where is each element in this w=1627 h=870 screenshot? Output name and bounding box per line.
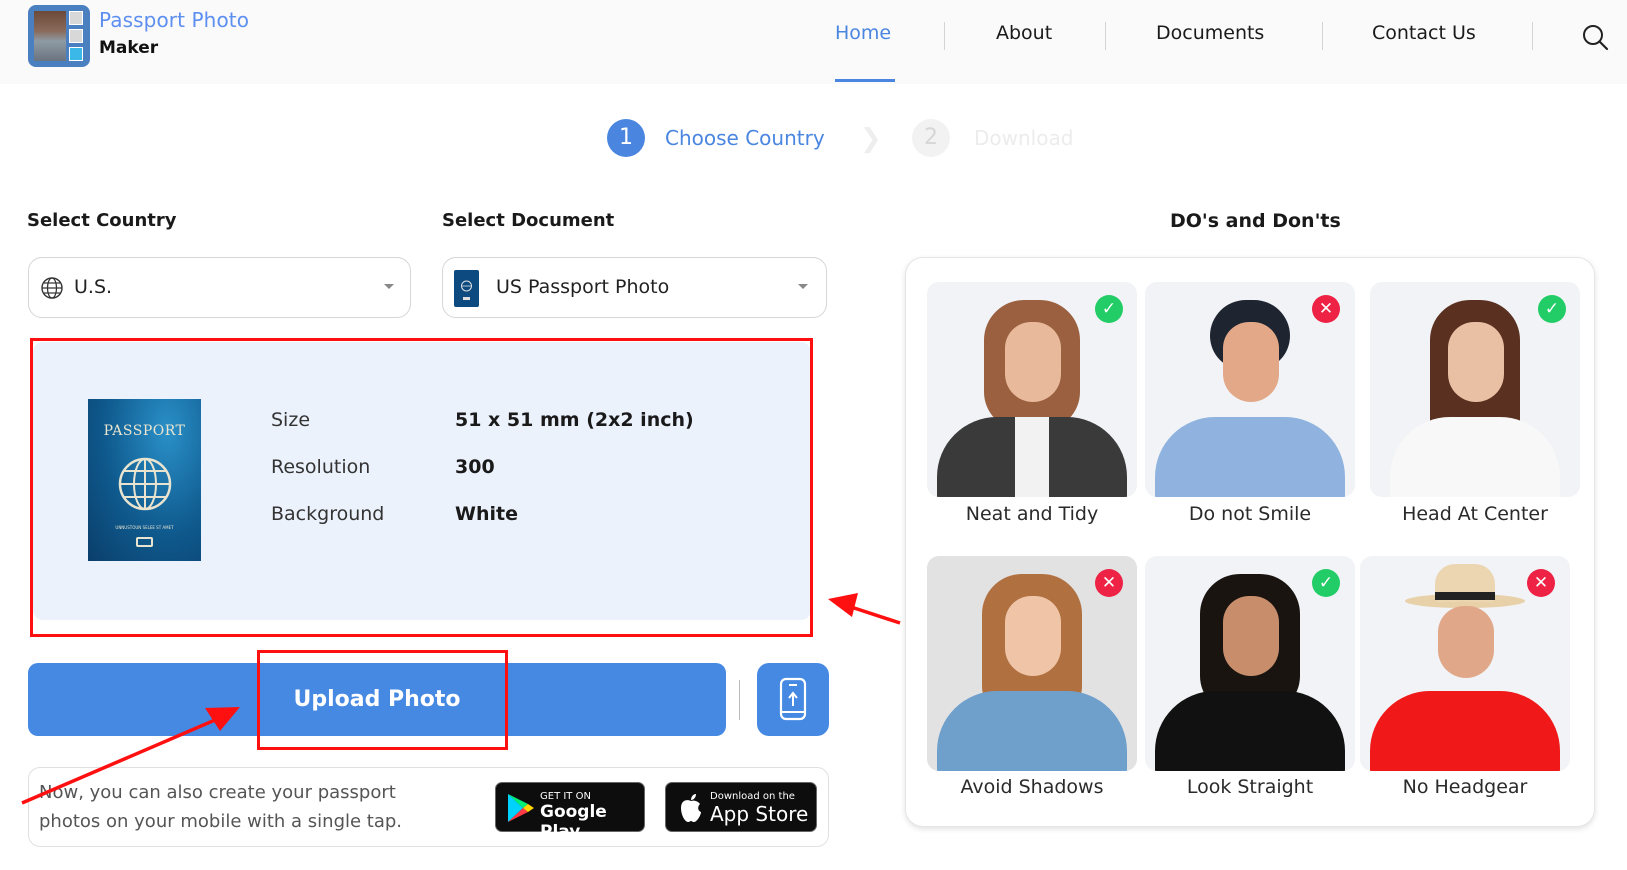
apple-icon <box>681 794 701 822</box>
country-value: U.S. <box>74 276 113 298</box>
globe-icon <box>41 277 63 299</box>
caption-no-headgear: No Headgear <box>1402 776 1528 798</box>
upload-photo-button[interactable]: Upload Photo <box>28 663 726 736</box>
country-select[interactable]: U.S. <box>28 257 411 318</box>
brand-subtitle[interactable]: Maker <box>99 38 158 58</box>
nav-contact-us[interactable]: Contact Us <box>1372 22 1476 44</box>
app-store-big-text: App Store <box>710 802 809 826</box>
button-divider <box>739 680 740 720</box>
nav-divider <box>944 22 945 50</box>
document-label: Select Document <box>442 210 615 231</box>
caption-head-at-center: Head At Center <box>1402 503 1548 525</box>
header: Passport Photo Maker Home About Document… <box>0 0 1627 84</box>
step-1-label: Choose Country <box>665 126 825 150</box>
step-2-circle: 2 <box>912 119 950 157</box>
nav-documents[interactable]: Documents <box>1156 22 1264 44</box>
chip-icon <box>136 537 153 547</box>
nav-divider <box>1532 22 1533 50</box>
google-play-big-text: Google Play <box>540 802 607 842</box>
nav-about[interactable]: About <box>996 22 1052 44</box>
brand-title[interactable]: Passport Photo <box>99 8 249 32</box>
cross-icon: ✕ <box>1095 569 1123 597</box>
spec-resolution-value: 300 <box>455 456 495 478</box>
search-icon[interactable] <box>1580 22 1610 52</box>
check-icon: ✓ <box>1538 295 1566 323</box>
chevron-down-icon <box>384 284 394 289</box>
check-icon: ✓ <box>1312 569 1340 597</box>
caption-look-straight: Look Straight <box>1186 776 1314 798</box>
document-select[interactable]: US Passport Photo <box>442 257 827 318</box>
google-play-small-text: GET IT ON <box>540 791 591 802</box>
caption-do-not-smile: Do not Smile <box>1188 503 1312 525</box>
google-play-button[interactable]: GET IT ON Google Play <box>495 782 645 842</box>
mobile-upload-button[interactable] <box>757 663 829 736</box>
spec-size-label: Size <box>271 409 311 431</box>
passport-thumb-icon <box>454 270 479 307</box>
annotation-arrow-spec <box>844 603 901 625</box>
cross-icon: ✕ <box>1527 569 1555 597</box>
google-play-icon <box>508 794 534 822</box>
globe-icon <box>118 457 172 511</box>
spec-size-value: 51 x 51 mm (2x2 inch) <box>455 409 694 431</box>
passport-cover-text: PASSPORT <box>103 423 186 439</box>
cross-icon: ✕ <box>1312 295 1340 323</box>
app-promo-text: Now, you can also create your passport p… <box>39 782 403 832</box>
logo-icon[interactable] <box>28 5 90 67</box>
document-value: US Passport Photo <box>496 276 670 298</box>
spec-background-label: Background <box>271 503 385 525</box>
chevron-right-icon: ❯ <box>860 124 882 154</box>
chevron-down-icon <box>798 284 808 289</box>
annotation-arrowhead-spec <box>828 593 858 617</box>
nav-divider <box>1105 22 1106 50</box>
spec-background-value: White <box>455 503 518 525</box>
passport-cover-small-text: UNNUSTOUN SELEE ST AMET <box>115 525 174 530</box>
spec-resolution-label: Resolution <box>271 456 371 478</box>
step-2-label: Download <box>974 126 1074 150</box>
passport-cover-image: PASSPORT UNNUSTOUN SELEE ST AMET <box>88 399 201 561</box>
active-nav-indicator <box>835 79 895 82</box>
mobile-upload-icon <box>779 677 807 721</box>
app-store-small-text: Download on the <box>710 791 795 802</box>
app-store-button[interactable]: Download on the App Store <box>665 782 817 832</box>
caption-neat-and-tidy: Neat and Tidy <box>965 503 1099 525</box>
nav-home[interactable]: Home <box>835 22 891 44</box>
step-1-circle: 1 <box>607 119 645 157</box>
country-label: Select Country <box>27 210 177 231</box>
nav-divider <box>1322 22 1323 50</box>
caption-avoid-shadows: Avoid Shadows <box>960 776 1104 798</box>
check-icon: ✓ <box>1095 295 1123 323</box>
dos-donts-title: DO's and Don'ts <box>1170 210 1341 232</box>
